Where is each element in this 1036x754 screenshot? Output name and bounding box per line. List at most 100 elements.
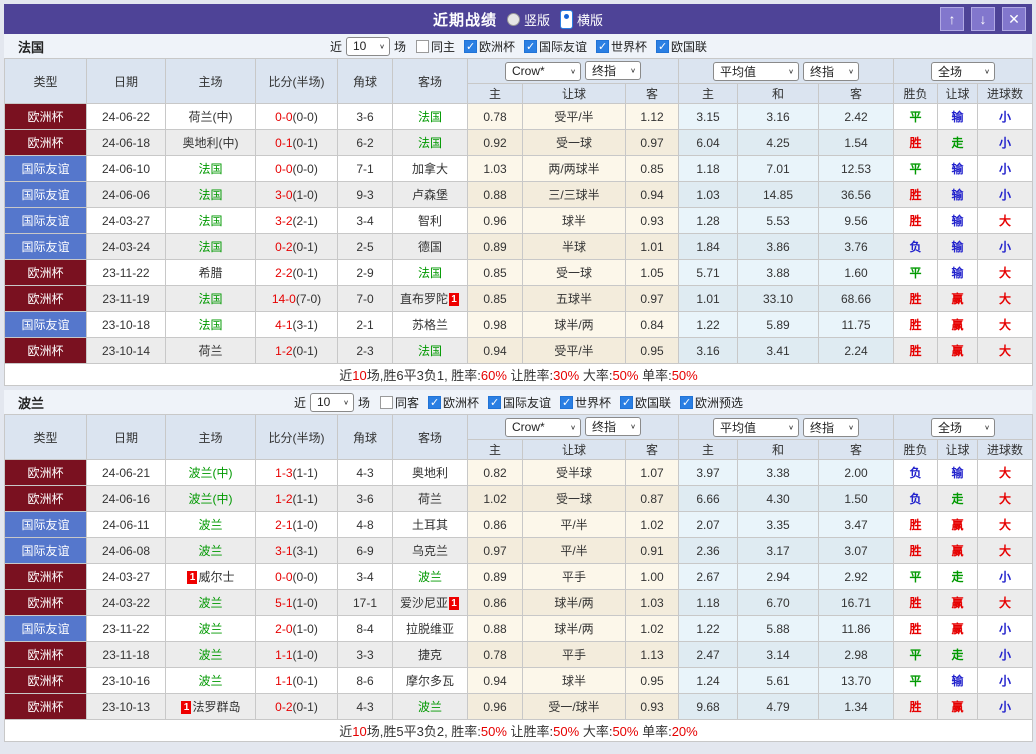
match-date: 24-06-21 (86, 459, 166, 486)
checkbox-checked-icon (596, 39, 610, 53)
period-controls: 全场 ∨ (893, 58, 1034, 84)
league-checkbox-label: 世界杯 (575, 395, 612, 410)
period-select-value: 全场 (938, 420, 963, 435)
team-label: 波兰(中) (188, 466, 233, 480)
same-venue-checkbox[interactable]: 同主 (415, 38, 455, 55)
fulltime-score: 1-3 (275, 465, 293, 480)
result-handicap: 输 (937, 103, 979, 130)
competition-type: 欧洲杯 (4, 693, 87, 720)
league-checkbox[interactable]: 国际友谊 (488, 394, 551, 411)
avg-away: 2.00 (817, 459, 895, 486)
summary-segment: 近 (339, 368, 353, 383)
result-win-draw-loss: 平 (893, 155, 939, 182)
result-goals: 大 (977, 589, 1034, 616)
avg-home: 6.04 (678, 129, 738, 156)
bookmaker-select[interactable]: Crow* ∨ (505, 61, 581, 81)
chevron-down-icon: ∨ (788, 423, 794, 431)
bookmaker-select-value: Crow* (512, 420, 545, 435)
league-checkbox[interactable]: 世界杯 (596, 38, 647, 55)
away-team: 土耳其 (392, 511, 468, 538)
halftime-score: (0-0) (292, 161, 318, 176)
odds-away: 1.13 (625, 641, 679, 668)
bookmaker-select[interactable]: Crow* ∨ (505, 417, 581, 437)
competition-type: 欧洲杯 (4, 641, 87, 668)
column-subheader: 让球 (522, 439, 626, 460)
league-checkbox[interactable]: 欧洲杯 (427, 394, 479, 411)
avg-home: 2.47 (678, 641, 738, 668)
layout-option-horizontal[interactable]: 横版 (560, 9, 603, 29)
column-subheader: 让球 (937, 83, 979, 104)
corner-score: 8-4 (337, 615, 393, 642)
result-handicap: 赢 (937, 337, 979, 364)
odds-home: 0.88 (467, 181, 523, 208)
layout-option-vertical[interactable]: 竖版 (506, 10, 550, 29)
result-goals: 小 (977, 563, 1034, 590)
avg-home: 9.68 (678, 693, 738, 720)
filter-bar: 近 10 ∨ 场 同客 欧洲杯 国际友谊 世界杯 欧国联 欧洲预选 (293, 392, 743, 412)
result-goals: 小 (977, 233, 1034, 260)
odds-stage-select[interactable]: 终指 ∨ (585, 417, 641, 437)
handicap: 受半球 (522, 459, 626, 486)
summary-segment: 单率: (638, 368, 672, 383)
league-checkbox[interactable]: 欧国联 (656, 38, 707, 55)
odds-controls: Crow* ∨ 终指 ∨ (467, 414, 679, 440)
team-label: 直布罗陀 (399, 292, 448, 306)
home-team: 1 法罗群岛 (165, 693, 256, 720)
odds-home: 0.96 (467, 207, 523, 234)
league-checkbox-label: 欧洲杯 (478, 39, 515, 54)
home-team: 波兰 (165, 667, 256, 694)
average-select[interactable]: 平均值 ∨ (713, 417, 799, 437)
league-checkbox[interactable]: 世界杯 (560, 394, 611, 411)
result-win-draw-loss: 平 (893, 667, 939, 694)
league-checkbox[interactable]: 欧洲预选 (680, 394, 743, 411)
away-team: 波兰 (392, 563, 468, 590)
avg-stage-select[interactable]: 终指 ∨ (803, 61, 859, 81)
halftime-score: (0-0) (292, 109, 318, 124)
summary-segment: 10 (352, 724, 367, 739)
fulltime-score: 4-1 (275, 317, 293, 332)
score: 1-1(0-1) (255, 667, 338, 694)
halftime-score: (0-0) (292, 569, 318, 584)
average-select[interactable]: 平均值 ∨ (713, 61, 799, 81)
move-down-button[interactable]: ↓ (971, 7, 995, 31)
odds-stage-select[interactable]: 终指 ∨ (585, 61, 641, 81)
match-count-select[interactable]: 10 ∨ (309, 392, 354, 412)
match-count-select[interactable]: 10 ∨ (345, 36, 390, 56)
result-handicap: 走 (937, 563, 979, 590)
result-handicap: 赢 (937, 311, 979, 338)
corner-score: 17-1 (337, 589, 393, 616)
league-checkbox-label: 欧国联 (635, 395, 672, 410)
handicap: 球半/两 (522, 615, 626, 642)
odds-home: 0.98 (467, 311, 523, 338)
score: 2-2(0-1) (255, 259, 338, 286)
team-label: 爱沙尼亚 (399, 596, 448, 610)
close-button[interactable]: ✕ (1002, 7, 1026, 31)
column-subheader: 胜负 (893, 83, 939, 104)
match-date: 24-03-27 (86, 563, 166, 590)
odds-away: 1.01 (625, 233, 679, 260)
league-checkbox[interactable]: 国际友谊 (524, 38, 587, 55)
away-team: 法国 (392, 259, 468, 286)
corner-score: 7-1 (337, 155, 393, 182)
result-goals: 大 (977, 537, 1034, 564)
league-checkbox[interactable]: 欧国联 (620, 394, 671, 411)
avg-stage-select[interactable]: 终指 ∨ (803, 417, 859, 437)
period-select[interactable]: 全场 ∨ (931, 61, 996, 81)
corner-score: 6-9 (337, 537, 393, 564)
away-team: 直布罗陀 1 (392, 285, 468, 312)
move-up-button[interactable]: ↑ (940, 7, 964, 31)
avg-away: 1.54 (817, 129, 895, 156)
match-date: 23-11-19 (86, 285, 166, 312)
red-card-badge: 1 (181, 701, 192, 714)
odds-away: 0.93 (625, 207, 679, 234)
period-select[interactable]: 全场 ∨ (931, 417, 996, 437)
league-checkbox[interactable]: 欧洲杯 (463, 38, 515, 55)
summary-segment: 让胜率: (506, 368, 554, 383)
competition-type: 欧洲杯 (4, 589, 87, 616)
result-win-draw-loss: 胜 (893, 181, 939, 208)
corner-score: 2-9 (337, 259, 393, 286)
same-venue-checkbox[interactable]: 同客 (379, 394, 419, 411)
column-header: 类型 (4, 414, 87, 460)
result-goals: 小 (977, 693, 1034, 720)
match-date: 24-03-27 (86, 207, 166, 234)
